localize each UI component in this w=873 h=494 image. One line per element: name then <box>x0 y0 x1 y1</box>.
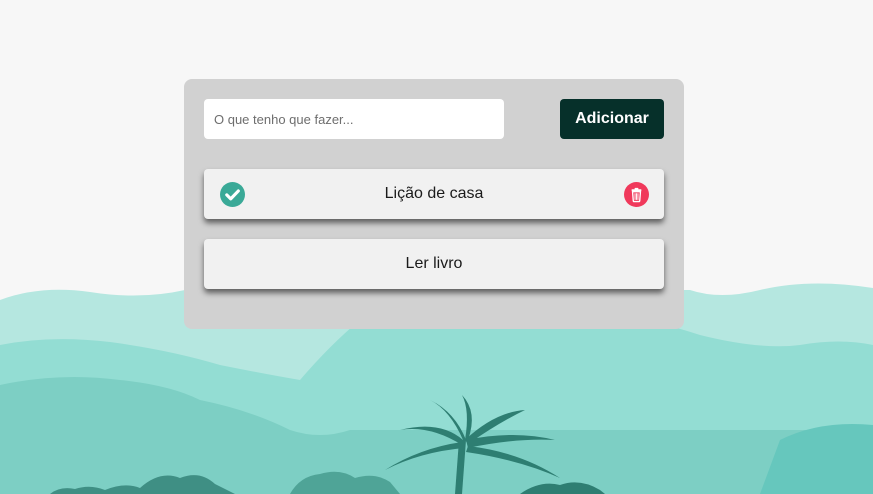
check-circle-icon[interactable] <box>220 182 245 207</box>
task-label: Lição de casa <box>384 185 484 202</box>
task-label: Ler livro <box>405 255 463 272</box>
trash-icon[interactable] <box>624 182 649 207</box>
task-item[interactable]: Lição de casa <box>204 169 664 219</box>
task-item[interactable]: Ler livro <box>204 239 664 289</box>
app-screen: Adicionar Lição de casa Ler livro <box>0 0 873 494</box>
task-input[interactable] <box>204 99 504 139</box>
add-task-button[interactable]: Adicionar <box>560 99 664 139</box>
todo-card: Adicionar Lição de casa Ler livro <box>184 79 684 329</box>
